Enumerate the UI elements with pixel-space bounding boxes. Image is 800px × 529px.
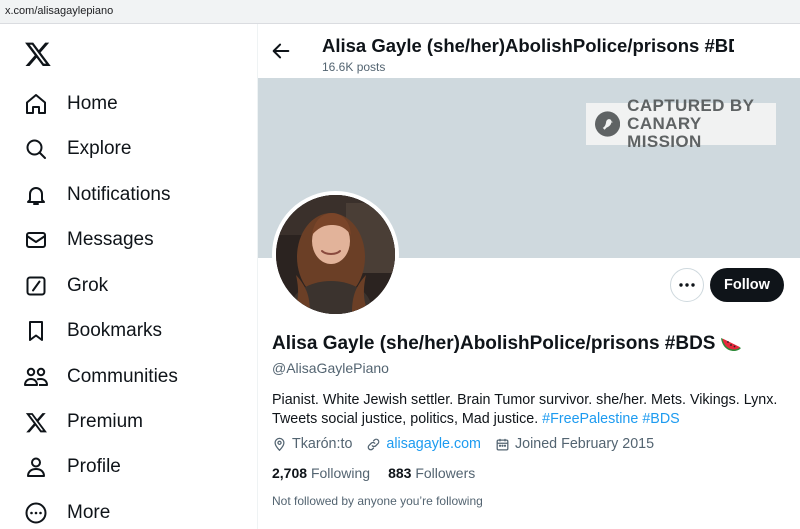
watermark-stamp: CAPTURED BY CANARY MISSION <box>586 97 776 151</box>
more-dots-icon <box>679 283 695 287</box>
sidebar-item-home[interactable]: Home <box>22 84 118 124</box>
followers-count: 883 <box>388 465 412 481</box>
sidebar-item-label: Home <box>67 93 118 114</box>
x-logo-icon <box>22 408 50 436</box>
envelope-icon <box>22 226 50 254</box>
stamp-line-1: CAPTURED BY <box>627 96 755 115</box>
post-count: 16.6K posts <box>322 60 386 74</box>
following-link[interactable]: 2,708 Following <box>272 465 370 481</box>
sidebar-item-communities[interactable]: Communities <box>22 357 178 397</box>
website-link[interactable]: alisagayle.com <box>386 436 481 452</box>
sidebar-nav: Home Explore Notifications Messages Grok… <box>0 24 257 529</box>
followers-label: Followers <box>415 465 476 481</box>
profile-bio: Pianist. White Jewish settler. Brain Tum… <box>272 391 787 429</box>
sidebar-item-grok[interactable]: Grok <box>22 266 108 306</box>
sidebar-item-notifications[interactable]: Notifications <box>22 175 171 215</box>
sidebar-item-label: More <box>67 502 111 523</box>
watermelon-emoji-icon <box>721 338 742 351</box>
search-icon <box>22 135 50 163</box>
url-text: x.com/alisagaylepiano <box>5 5 114 17</box>
sidebar-item-label: Messages <box>67 229 154 250</box>
sidebar-item-explore[interactable]: Explore <box>22 129 131 169</box>
sidebar-item-messages[interactable]: Messages <box>22 220 154 260</box>
sidebar-item-label: Communities <box>67 366 178 387</box>
more-circle-icon <box>22 499 50 527</box>
sidebar-item-bookmarks[interactable]: Bookmarks <box>22 311 162 351</box>
header-title: Alisa Gayle (she/her)AbolishPolice/priso… <box>322 35 734 56</box>
joined-text: Joined February 2015 <box>514 436 655 452</box>
mutual-followers-note: Not followed by anyone you’re following <box>272 494 483 508</box>
following-label: Following <box>310 465 371 481</box>
display-name-text: Alisa Gayle (she/her)AbolishPolice/priso… <box>272 333 716 354</box>
joined-item: Joined February 2015 <box>495 436 654 452</box>
hashtag-link[interactable]: #BDS <box>642 411 679 427</box>
sidebar-item-label: Profile <box>67 456 121 477</box>
more-options-button[interactable] <box>670 268 704 302</box>
hashtag-link[interactable]: #FreePalestine <box>542 411 638 427</box>
follow-stats: 2,708 Following 883 Followers <box>272 465 493 481</box>
address-bar[interactable]: x.com/alisagaylepiano <box>0 0 800 24</box>
location-item: Tkarón:to <box>272 436 352 452</box>
bell-icon <box>22 181 50 209</box>
follow-button[interactable]: Follow <box>710 268 784 302</box>
bio-text: Pianist. White Jewish settler. Brain Tum… <box>272 392 778 427</box>
stamp-line-2: CANARY MISSION <box>627 114 702 151</box>
display-name: Alisa Gayle (she/her)AbolishPolice/priso… <box>272 333 742 355</box>
sidebar-item-premium[interactable]: Premium <box>22 402 143 442</box>
person-icon <box>22 453 50 481</box>
canary-logo-icon <box>595 111 621 137</box>
website-item[interactable]: alisagayle.com <box>366 436 481 452</box>
people-icon <box>22 363 50 391</box>
followers-link[interactable]: 883 Followers <box>388 465 475 481</box>
sidebar-item-label: Premium <box>67 411 144 432</box>
avatar[interactable] <box>272 191 399 318</box>
profile-meta: Tkarón:to alisagayle.com Joined February… <box>272 436 668 452</box>
home-icon <box>22 90 50 118</box>
link-icon <box>368 438 380 450</box>
sidebar-item-label: Bookmarks <box>67 320 163 341</box>
sidebar-item-label: Grok <box>67 275 109 296</box>
location-pin-icon <box>274 437 285 452</box>
sidebar-item-label: Notifications <box>67 184 171 205</box>
back-arrow-icon[interactable] <box>270 40 294 64</box>
sidebar-item-more[interactable]: More <box>22 493 110 529</box>
location-text: Tkarón:to <box>292 436 353 452</box>
calendar-icon <box>496 438 509 450</box>
username-handle: @AlisaGaylePiano <box>272 360 389 376</box>
grok-icon <box>22 272 50 300</box>
sidebar-item-profile[interactable]: Profile <box>22 447 121 487</box>
profile-column: Alisa Gayle (she/her)AbolishPolice/priso… <box>258 24 800 529</box>
bookmark-icon <box>22 317 50 345</box>
profile-header-bar: Alisa Gayle (she/her)AbolishPolice/priso… <box>258 24 800 78</box>
following-count: 2,708 <box>272 465 308 481</box>
sidebar-item-label: Explore <box>67 138 132 159</box>
x-logo-icon[interactable] <box>24 40 52 68</box>
